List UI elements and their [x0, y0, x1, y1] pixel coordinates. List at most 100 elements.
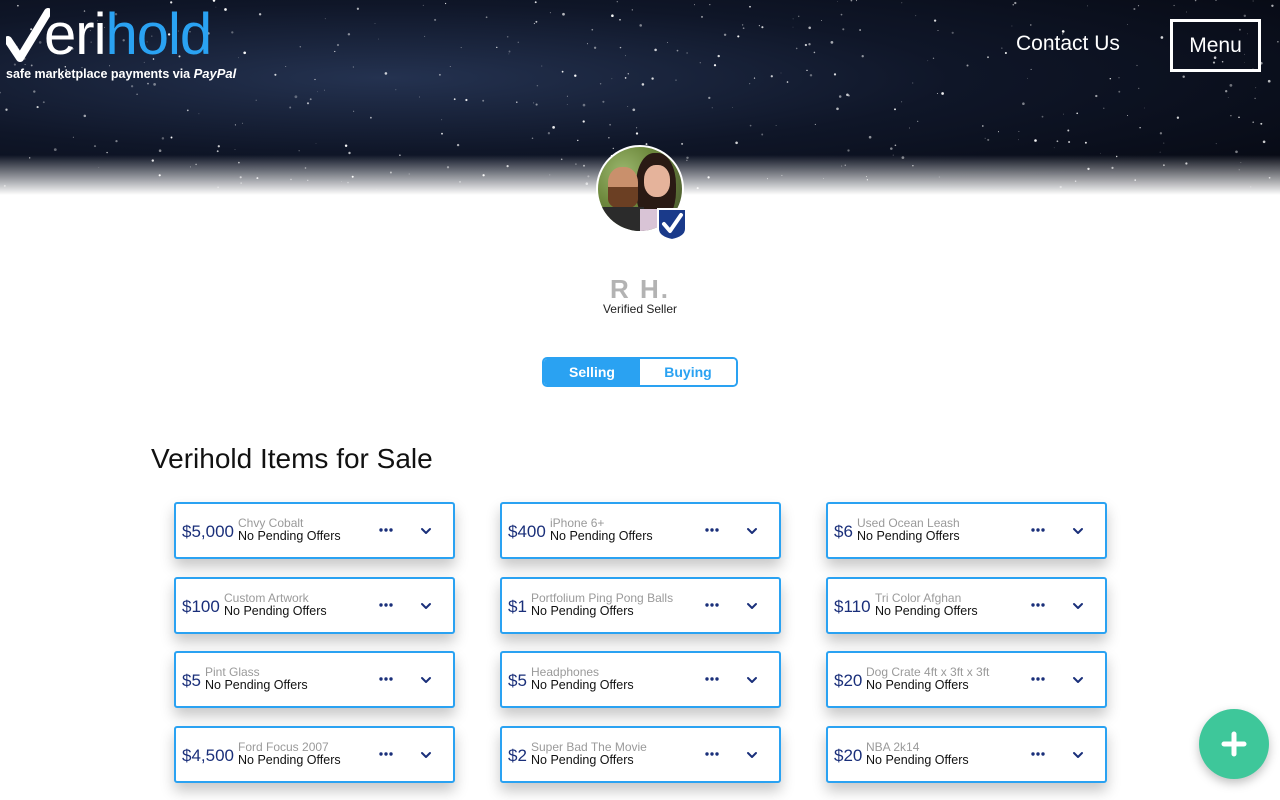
more-options-icon[interactable]: [378, 671, 394, 687]
item-card[interactable]: $5,000 Chvy Cobalt No Pending Offers: [174, 502, 455, 559]
item-text: Portfolium Ping Pong Balls No Pending Off…: [531, 592, 673, 618]
item-text: NBA 2k14 No Pending Offers: [866, 741, 969, 767]
item-status: No Pending Offers: [238, 529, 341, 543]
item-text: Tri Color Afghan No Pending Offers: [875, 592, 978, 618]
item-price: $5: [182, 671, 201, 690]
chevron-down-icon[interactable]: [420, 600, 432, 612]
item-price: $400: [508, 522, 546, 541]
selling-buying-toggle: Selling Buying: [542, 357, 738, 387]
item-card[interactable]: $400 iPhone 6+ No Pending Offers: [500, 502, 781, 559]
add-item-button[interactable]: [1199, 709, 1269, 779]
item-text: Dog Crate 4ft x 3ft x 3ft No Pending Offe…: [866, 666, 989, 692]
tab-selling[interactable]: Selling: [544, 359, 640, 385]
more-options-icon[interactable]: [704, 671, 720, 687]
item-name: Chvy Cobalt: [238, 516, 304, 530]
item-price: $6: [834, 522, 853, 541]
item-price: $1: [508, 597, 527, 616]
item-price: $20: [834, 671, 863, 690]
item-card[interactable]: $110 Tri Color Afghan No Pending Offers: [826, 577, 1107, 634]
paypal-brand: PayPal: [193, 66, 237, 81]
item-text: iPhone 6+ No Pending Offers: [550, 517, 653, 543]
more-options-icon[interactable]: [704, 746, 720, 762]
item-price: $5: [508, 671, 527, 690]
item-price: $2: [508, 746, 527, 765]
item-card[interactable]: $4,500 Ford Focus 2007 No Pending Offers: [174, 726, 455, 783]
chevron-down-icon[interactable]: [1072, 600, 1084, 612]
item-name: Super Bad The Movie: [531, 740, 647, 754]
item-name: iPhone 6+: [550, 516, 605, 530]
item-name: Custom Artwork: [224, 591, 309, 605]
item-status: No Pending Offers: [531, 678, 634, 692]
section-title: Verihold Items for Sale: [151, 443, 433, 474]
plus-icon: [1221, 731, 1247, 757]
more-options-icon[interactable]: [1030, 671, 1046, 687]
item-name: Pint Glass: [205, 665, 260, 679]
more-options-icon[interactable]: [1030, 597, 1046, 613]
item-status: No Pending Offers: [866, 753, 969, 767]
item-status: No Pending Offers: [531, 753, 634, 767]
logo[interactable]: erihold safe marketplace payments via Pa…: [6, 2, 266, 86]
item-status: No Pending Offers: [238, 753, 341, 767]
profile-name: R H.: [610, 274, 670, 304]
profile-role: Verified Seller: [602, 302, 678, 316]
item-status: No Pending Offers: [224, 604, 327, 618]
tab-buying[interactable]: Buying: [640, 359, 736, 385]
item-price: $110: [834, 597, 871, 616]
item-status: No Pending Offers: [875, 604, 978, 618]
more-options-icon[interactable]: [378, 597, 394, 613]
item-card[interactable]: $5 Pint Glass No Pending Offers: [174, 651, 455, 708]
chevron-down-icon[interactable]: [1072, 749, 1084, 761]
item-name: Dog Crate 4ft x 3ft x 3ft: [866, 665, 990, 679]
item-card[interactable]: $100 Custom Artwork No Pending Offers: [174, 577, 455, 634]
verified-check-icon: [657, 208, 687, 241]
chevron-down-icon[interactable]: [746, 600, 758, 612]
menu-button[interactable]: Menu: [1170, 19, 1261, 72]
item-status: No Pending Offers: [205, 678, 308, 692]
chevron-down-icon[interactable]: [420, 749, 432, 761]
chevron-down-icon[interactable]: [746, 674, 758, 686]
item-text: Ford Focus 2007 No Pending Offers: [238, 741, 341, 767]
item-card[interactable]: $1 Portfolium Ping Pong Balls No Pending O…: [500, 577, 781, 634]
item-name: Headphones: [531, 665, 600, 679]
item-card[interactable]: $6 Used Ocean Leash No Pending Offers: [826, 502, 1107, 559]
chevron-down-icon[interactable]: [746, 525, 758, 537]
item-price: $20: [834, 746, 863, 765]
item-name: Tri Color Afghan: [875, 591, 962, 605]
item-price: $4,500: [182, 746, 234, 765]
item-text: Headphones No Pending Offers: [531, 666, 634, 692]
item-status: No Pending Offers: [866, 678, 969, 692]
more-options-icon[interactable]: [1030, 522, 1046, 538]
item-text: Custom Artwork No Pending Offers: [224, 592, 327, 618]
chevron-down-icon[interactable]: [1072, 674, 1084, 686]
more-options-icon[interactable]: [378, 746, 394, 762]
item-text: Pint Glass No Pending Offers: [205, 666, 308, 692]
item-card[interactable]: $5 Headphones No Pending Offers: [500, 651, 781, 708]
item-name: Ford Focus 2007: [238, 740, 329, 754]
item-name: Used Ocean Leash: [857, 516, 960, 530]
chevron-down-icon[interactable]: [420, 525, 432, 537]
item-status: No Pending Offers: [531, 604, 634, 618]
logo-wordmark: erihold: [44, 2, 212, 67]
item-price: $5,000: [182, 522, 234, 541]
more-options-icon[interactable]: [378, 522, 394, 538]
item-card[interactable]: $20 NBA 2k14 No Pending Offers: [826, 726, 1107, 783]
item-text: Chvy Cobalt No Pending Offers: [238, 517, 341, 543]
chevron-down-icon[interactable]: [746, 749, 758, 761]
item-price: $100: [182, 597, 220, 616]
item-status: No Pending Offers: [550, 529, 653, 543]
contact-us-link[interactable]: Contact Us: [1016, 32, 1120, 56]
item-card[interactable]: $20 Dog Crate 4ft x 3ft x 3ft No Pending O…: [826, 651, 1107, 708]
more-options-icon[interactable]: [1030, 746, 1046, 762]
item-text: Super Bad The Movie No Pending Offers: [531, 741, 647, 767]
more-options-icon[interactable]: [704, 597, 720, 613]
logo-tagline: safe marketplace payments via PayPal: [6, 66, 237, 81]
item-text: Used Ocean Leash No Pending Offers: [857, 517, 960, 543]
item-name: NBA 2k14: [866, 740, 920, 754]
chevron-down-icon[interactable]: [1072, 525, 1084, 537]
chevron-down-icon[interactable]: [420, 674, 432, 686]
item-card[interactable]: $2 Super Bad The Movie No Pending Offers: [500, 726, 781, 783]
item-name: Portfolium Ping Pong Balls: [531, 591, 674, 605]
item-status: No Pending Offers: [857, 529, 960, 543]
profile-avatar-wrap: [596, 145, 690, 241]
more-options-icon[interactable]: [704, 522, 720, 538]
